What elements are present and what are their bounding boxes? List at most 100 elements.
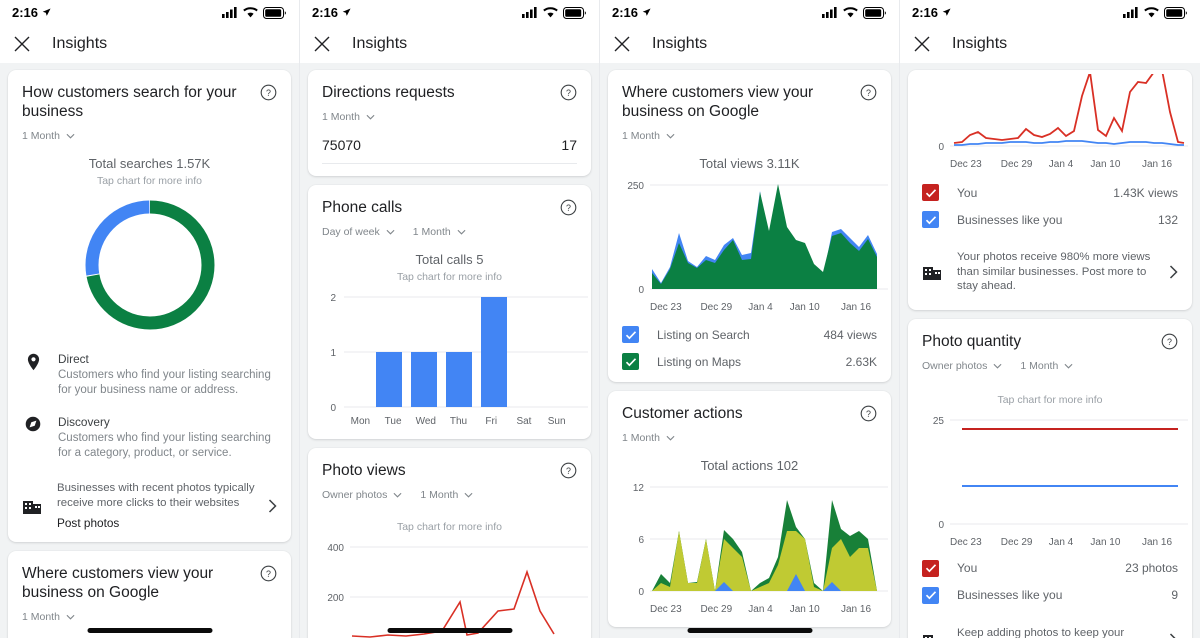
help-circle-icon[interactable]: ? <box>1161 333 1178 350</box>
cellular-signal-icon <box>222 7 237 18</box>
card-selectors: Day of week 1 Month <box>322 226 577 238</box>
help-circle-icon[interactable]: ? <box>860 84 877 101</box>
screen-2-scroll[interactable]: Directions requests ? 1 Month 75070 17 P… <box>300 63 599 638</box>
help-circle-icon[interactable]: ? <box>560 84 577 101</box>
legend-row-listing-on-maps[interactable]: Listing on Maps 2.63K <box>622 353 877 370</box>
help-circle-icon[interactable]: ? <box>860 405 877 422</box>
checkbox-listing-on-search[interactable] <box>622 326 639 343</box>
photo-source-selector-label: Owner photos <box>922 359 988 372</box>
app-bar: Insights <box>300 25 599 63</box>
svg-text:?: ? <box>566 466 571 476</box>
directions-zip-label: 75070 <box>322 137 361 153</box>
photo-source-selector[interactable]: Owner photos <box>922 360 1002 372</box>
screen-3-scroll[interactable]: Where customers view your business on Go… <box>600 63 899 638</box>
legend-value: 1.43K views <box>1113 185 1178 200</box>
check-icon <box>625 357 636 366</box>
status-bar: 2:16 <box>900 0 1200 25</box>
svg-text:25: 25 <box>933 416 945 427</box>
close-icon[interactable] <box>314 36 330 52</box>
photo-quantity-line-chart[interactable]: 25 0 Dec 23 Dec 29 Jan 4 Jan 10 Jan 16 <box>922 412 1188 548</box>
legend-row-you[interactable]: You 23 photos <box>922 559 1178 577</box>
screen-4-scroll[interactable]: 0 Dec 23 Dec 29 Jan 4 Jan 10 Jan 16 You … <box>900 63 1200 638</box>
page-title: Insights <box>352 35 408 52</box>
close-icon[interactable] <box>914 36 930 52</box>
chevron-right-icon[interactable] <box>1169 633 1178 638</box>
svg-text:6: 6 <box>638 535 644 546</box>
help-circle-icon[interactable]: ? <box>260 565 277 582</box>
chevron-down-icon <box>666 435 675 441</box>
line-chart-svg[interactable]: 25 0 <box>922 412 1190 534</box>
card-title: Photo views <box>322 462 406 479</box>
search-breakdown-donut[interactable] <box>80 195 220 335</box>
help-circle-icon[interactable]: ? <box>560 199 577 216</box>
page-title: Insights <box>652 35 708 52</box>
card-title: Phone calls <box>322 199 403 216</box>
x-label-jan16: Jan 16 <box>1142 159 1173 170</box>
donut-chart[interactable] <box>22 195 277 335</box>
legend-row-businesses-like-you[interactable]: Businesses like you 9 <box>922 586 1178 604</box>
checkbox-listing-on-maps[interactable] <box>622 353 639 370</box>
phone-calls-bar-chart[interactable]: 2 1 0 Mon Tue Wed Thu Fri Sat Sun <box>322 289 588 427</box>
period-selector[interactable]: 1 Month <box>420 489 473 501</box>
help-circle-icon[interactable]: ? <box>560 462 577 479</box>
close-icon[interactable] <box>14 36 30 52</box>
x-label-sun: Sun <box>547 416 566 427</box>
svg-text:0: 0 <box>938 520 944 531</box>
card-photo-quantity: Photo quantity ? Owner photos 1 Month Ta… <box>908 318 1192 638</box>
grouping-selector[interactable]: Day of week <box>322 226 395 238</box>
x-label-jan10: Jan 10 <box>1090 536 1121 548</box>
period-selector[interactable]: 1 Month <box>22 130 75 142</box>
status-indicators <box>1123 6 1188 19</box>
period-selector[interactable]: 1 Month <box>322 111 375 123</box>
checkbox-businesses-like-you[interactable] <box>922 211 939 228</box>
period-selector[interactable]: 1 Month <box>22 611 75 623</box>
bar-chart-svg[interactable]: 2 1 0 <box>322 289 590 413</box>
legend-row-listing-on-search[interactable]: Listing on Search 484 views <box>622 326 877 343</box>
checkbox-you[interactable] <box>922 559 939 577</box>
screen-1-scroll[interactable]: How customers search for your business ?… <box>0 63 299 638</box>
legend-description: Customers who find your listing searchin… <box>58 432 271 459</box>
legend-label: Businesses like you <box>957 212 1063 227</box>
card-header: Where customers view your business on Go… <box>22 564 277 602</box>
screen-4: 2:16 Insights 0 Dec 23 Dec 29 Jan 4 Jan … <box>900 0 1200 638</box>
period-selector[interactable]: 1 Month <box>1020 360 1073 372</box>
promo-post-photos[interactable]: Businesses with recent photos typically … <box>22 481 277 530</box>
chevron-right-icon[interactable] <box>268 498 277 513</box>
customer-actions-area-chart[interactable]: 12 6 0 Dec 23 Dec 29 Jan 4 Jan 10 Jan 16 <box>622 479 888 615</box>
period-selector[interactable]: 1 Month <box>413 226 466 238</box>
area-chart-x-labels: Dec 23 Dec 29 Jan 4 Jan 10 Jan 16 <box>622 302 877 313</box>
area-chart-svg[interactable]: 12 6 0 <box>622 479 890 601</box>
wifi-icon <box>843 7 858 18</box>
promo-text: Businesses with recent photos typically … <box>57 482 255 509</box>
line-chart-svg[interactable]: 400 200 <box>322 539 590 638</box>
close-icon[interactable] <box>614 36 630 52</box>
check-icon <box>925 591 936 600</box>
x-label-jan4: Jan 4 <box>1048 159 1074 170</box>
photo-source-selector[interactable]: Owner photos <box>322 489 402 501</box>
photo-views-comparison-chart[interactable]: 0 Dec 23 Dec 29 Jan 4 Jan 10 Jan 16 <box>922 74 1188 170</box>
checkbox-businesses-like-you[interactable] <box>922 586 939 604</box>
promo-photo-quantity[interactable]: Keep adding photos to keep your customer… <box>922 626 1178 638</box>
period-selector[interactable]: 1 Month <box>622 432 675 444</box>
area-chart-svg[interactable]: 250 0 <box>622 177 890 299</box>
promo-photo-views[interactable]: Your photos receive 980% more views than… <box>922 250 1178 294</box>
chevron-right-icon[interactable] <box>1169 265 1178 279</box>
chevron-down-icon <box>66 133 75 139</box>
legend-row-you[interactable]: You 1.43K views <box>922 184 1178 201</box>
location-arrow-icon <box>342 8 351 16</box>
help-circle-icon[interactable]: ? <box>260 84 277 101</box>
insights-screens-row: 2:16 Insights How customers search for y… <box>0 0 1200 638</box>
total-actions-label: Total actions 102 <box>700 458 799 473</box>
card-selectors: 1 Month <box>22 611 277 623</box>
checkbox-you[interactable] <box>922 184 939 201</box>
x-label-thu: Thu <box>449 416 468 427</box>
line-chart-svg[interactable]: 0 <box>922 74 1190 156</box>
legend-description: Customers who find your listing searchin… <box>58 369 271 396</box>
period-selector-label: 1 Month <box>622 130 660 142</box>
legend-row-businesses-like-you[interactable]: Businesses like you 132 <box>922 211 1178 228</box>
where-customers-view-area-chart[interactable]: 250 0 Dec 23 Dec 29 Jan 4 Jan 10 Jan 16 <box>622 177 888 313</box>
card-title: Customer actions <box>622 405 743 422</box>
period-selector[interactable]: 1 Month <box>622 130 675 142</box>
promo-cta-label[interactable]: Post photos <box>57 516 255 530</box>
photo-views-line-chart[interactable]: 400 200 <box>322 539 588 638</box>
